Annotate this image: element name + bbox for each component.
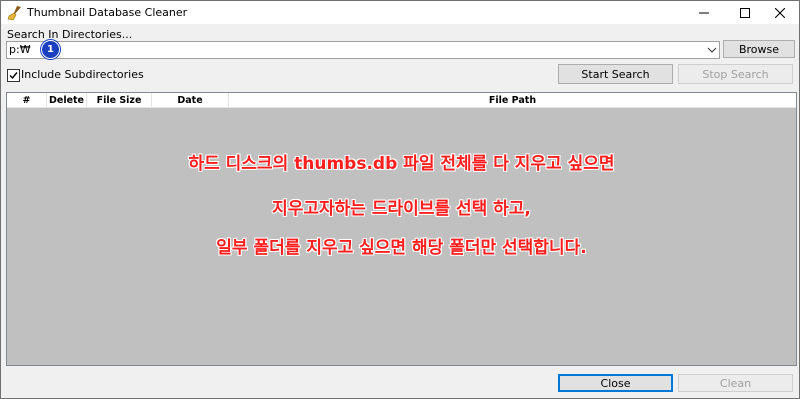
annotation-line: 지우고자하는 드라이브를 선택 하고,	[272, 199, 531, 219]
browse-button[interactable]: Browse	[723, 40, 795, 58]
column-header-file-path[interactable]: File Path	[229, 93, 796, 107]
maximize-icon	[740, 7, 750, 18]
start-search-button[interactable]: Start Search	[558, 64, 673, 84]
column-header-date[interactable]: Date	[152, 93, 229, 107]
title-bar[interactable]: Thumbnail Database Cleaner	[1, 1, 799, 24]
stop-search-button[interactable]: Stop Search	[678, 64, 793, 84]
clean-button[interactable]: Clean	[678, 374, 793, 392]
checkmark-icon	[9, 72, 18, 80]
minimize-icon	[699, 12, 709, 13]
window-title: Thumbnail Database Cleaner	[27, 6, 188, 19]
results-list[interactable]: # Delete File Size Date File Path 하드 디스크…	[6, 92, 797, 366]
broom-icon	[7, 6, 21, 21]
close-button[interactable]: Close	[558, 374, 673, 392]
include-subdirectories-checkbox[interactable]	[7, 69, 20, 82]
column-header-file-size[interactable]: File Size	[87, 93, 152, 107]
column-header-delete[interactable]: Delete	[47, 93, 87, 107]
directory-combobox[interactable]: p:₩	[6, 41, 720, 59]
annotation-badge: 1	[41, 40, 60, 59]
maximize-button[interactable]	[726, 1, 764, 24]
search-directories-label: Search In Directories...	[7, 28, 133, 41]
list-header: # Delete File Size Date File Path	[7, 93, 796, 108]
chevron-down-icon[interactable]	[707, 45, 717, 55]
annotation-line: 하드 디스크의 thumbs.db 파일 전체를 다 지우고 싶으면	[188, 154, 615, 174]
app-window: Thumbnail Database Cleaner Search In Dir…	[0, 0, 800, 399]
minimize-button[interactable]	[685, 1, 723, 24]
close-window-button[interactable]	[761, 1, 799, 24]
directory-value: p:₩	[9, 43, 31, 56]
annotation-line: 일부 폴더를 지우고 싶으면 해당 폴더만 선택합니다.	[216, 238, 587, 258]
include-subdirectories-label[interactable]: Include Subdirectories	[21, 68, 144, 81]
column-header-number[interactable]: #	[7, 93, 47, 107]
close-icon	[775, 7, 785, 18]
